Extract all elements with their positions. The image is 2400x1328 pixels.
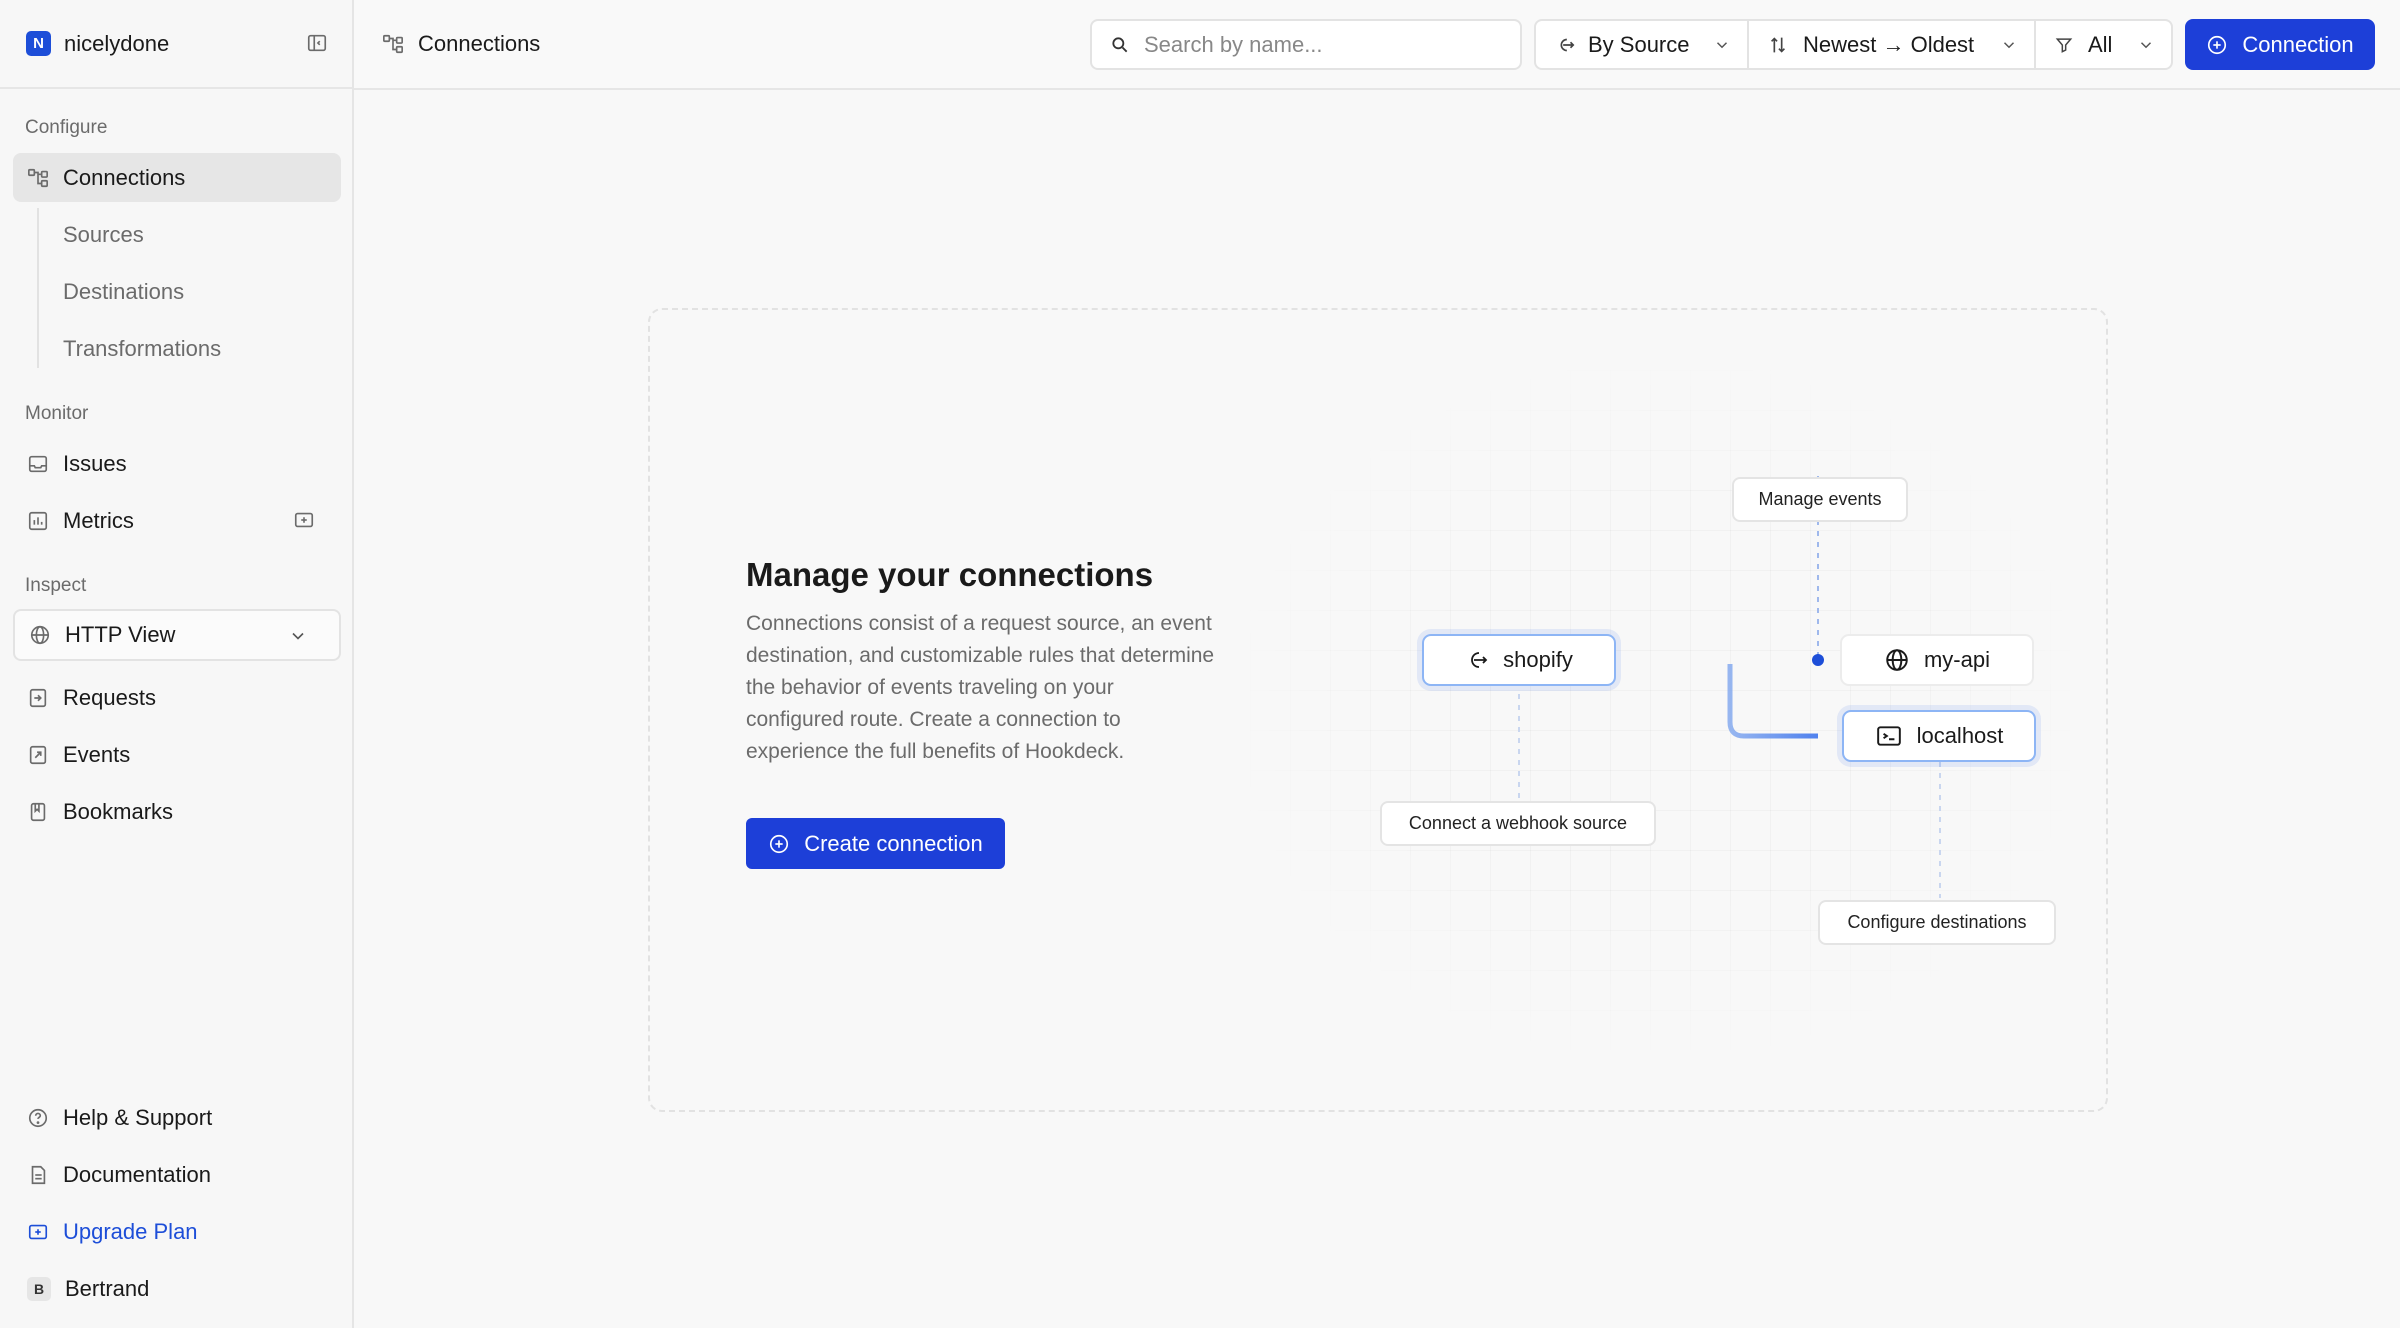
workspace-name: nicelydone <box>64 30 170 56</box>
destination-node-label: my-api <box>1923 647 1990 672</box>
connections-icon <box>382 33 404 55</box>
chevron-down-icon <box>287 625 309 647</box>
inbox-icon <box>27 453 49 475</box>
sort-label: Newest → Oldest <box>1803 31 1975 57</box>
page-title: Connections <box>418 31 541 56</box>
group-icon <box>1554 34 1576 56</box>
sidebar-item-label: Metrics <box>63 507 134 533</box>
add-connection-button[interactable]: Connection <box>2185 19 2375 70</box>
sidebar-item-label: Documentation <box>63 1161 211 1187</box>
connections-icon <box>27 167 49 189</box>
sidebar-item-label: Requests <box>63 684 156 710</box>
sidebar-item-events[interactable]: Events <box>13 730 341 779</box>
sidebar-item-sources[interactable]: Sources <box>63 222 144 248</box>
breadcrumb: Connections <box>382 0 540 88</box>
filter-label: All <box>2088 31 2113 57</box>
label-configure-destinations: Configure destinations <box>1818 900 2056 945</box>
plus-box-icon <box>27 1221 49 1243</box>
label-manage-events: Manage events <box>1732 477 1908 522</box>
sidebar-item-upgrade[interactable]: Upgrade Plan <box>13 1207 341 1256</box>
sidebar-item-help[interactable]: Help & Support <box>13 1093 341 1142</box>
view-selector-label: HTTP View <box>65 622 176 647</box>
sidebar-item-metrics[interactable]: Metrics <box>13 496 341 545</box>
label-connect-source: Connect a webhook source <box>1380 801 1656 846</box>
sort-select[interactable]: Newest → Oldest <box>1747 19 2036 70</box>
sidebar-item-label: Connections <box>63 164 186 190</box>
chevron-down-icon <box>2000 36 2018 54</box>
group-by-select[interactable]: By Source <box>1534 19 1749 70</box>
workspace-badge: N <box>26 31 51 56</box>
sidebar: N nicelydone Configure Connections Sourc… <box>0 0 354 1328</box>
add-connection-label: Connection <box>2242 31 2354 57</box>
subnav-line <box>37 208 39 368</box>
source-node-shopify: shopify <box>1422 634 1616 686</box>
help-icon <box>27 1107 49 1129</box>
section-configure: Configure <box>25 117 108 138</box>
sidebar-item-transformations[interactable]: Transformations <box>63 336 221 362</box>
bookmark-icon <box>27 801 49 823</box>
terminal-icon <box>1875 723 1903 749</box>
empty-state-card: Manage your connections Connections cons… <box>648 308 2108 1112</box>
request-icon <box>27 687 49 709</box>
sidebar-item-bookmarks[interactable]: Bookmarks <box>13 787 341 836</box>
sidebar-item-label: Events <box>63 741 131 767</box>
globe-icon <box>29 624 51 646</box>
source-node-label: shopify <box>1503 647 1573 672</box>
sort-icon <box>1767 34 1789 56</box>
sidebar-item-label: Bookmarks <box>63 798 174 824</box>
search-icon <box>1110 35 1130 55</box>
sidebar-item-label: Help & Support <box>63 1104 213 1130</box>
search-input[interactable] <box>1144 31 1504 58</box>
user-menu[interactable]: B Bertrand <box>13 1264 341 1313</box>
filter-select[interactable]: All <box>2034 19 2173 70</box>
collapse-sidebar-icon[interactable] <box>306 32 328 54</box>
destination-node-label: localhost <box>1916 723 2004 748</box>
user-name: Bertrand <box>65 1275 150 1301</box>
view-selector-dropdown[interactable]: HTTP View <box>13 609 341 661</box>
sidebar-item-issues[interactable]: Issues <box>13 439 341 488</box>
plus-circle-icon <box>2206 34 2228 56</box>
sidebar-item-connections[interactable]: Connections <box>13 153 341 202</box>
filter-icon <box>2054 35 2074 55</box>
section-inspect: Inspect <box>25 575 87 596</box>
sidebar-item-documentation[interactable]: Documentation <box>13 1150 341 1199</box>
source-arrow-icon <box>1465 648 1489 672</box>
sidebar-item-label: Upgrade Plan <box>63 1218 198 1244</box>
sidebar-item-destinations[interactable]: Destinations <box>63 279 184 305</box>
destination-node-my-api: my-api <box>1840 634 2034 686</box>
destination-node-localhost: localhost <box>1842 710 2036 762</box>
top-bar: Connections By Source Newest → Oldest Al… <box>354 0 2400 90</box>
metrics-icon <box>27 510 49 532</box>
events-icon <box>27 744 49 766</box>
sidebar-item-label: Issues <box>63 450 127 476</box>
avatar: B <box>27 1276 51 1301</box>
sidebar-item-requests[interactable]: Requests <box>13 673 341 722</box>
search-box[interactable] <box>1090 19 1522 70</box>
plus-box-icon[interactable] <box>293 509 315 531</box>
chevron-down-icon <box>1713 36 1731 54</box>
globe-icon <box>1884 647 1910 673</box>
document-icon <box>27 1164 49 1186</box>
workspace-switcher[interactable]: N nicelydone <box>0 0 352 89</box>
chevron-down-icon <box>2137 36 2155 54</box>
group-by-label: By Source <box>1588 31 1690 57</box>
section-monitor: Monitor <box>25 403 89 424</box>
